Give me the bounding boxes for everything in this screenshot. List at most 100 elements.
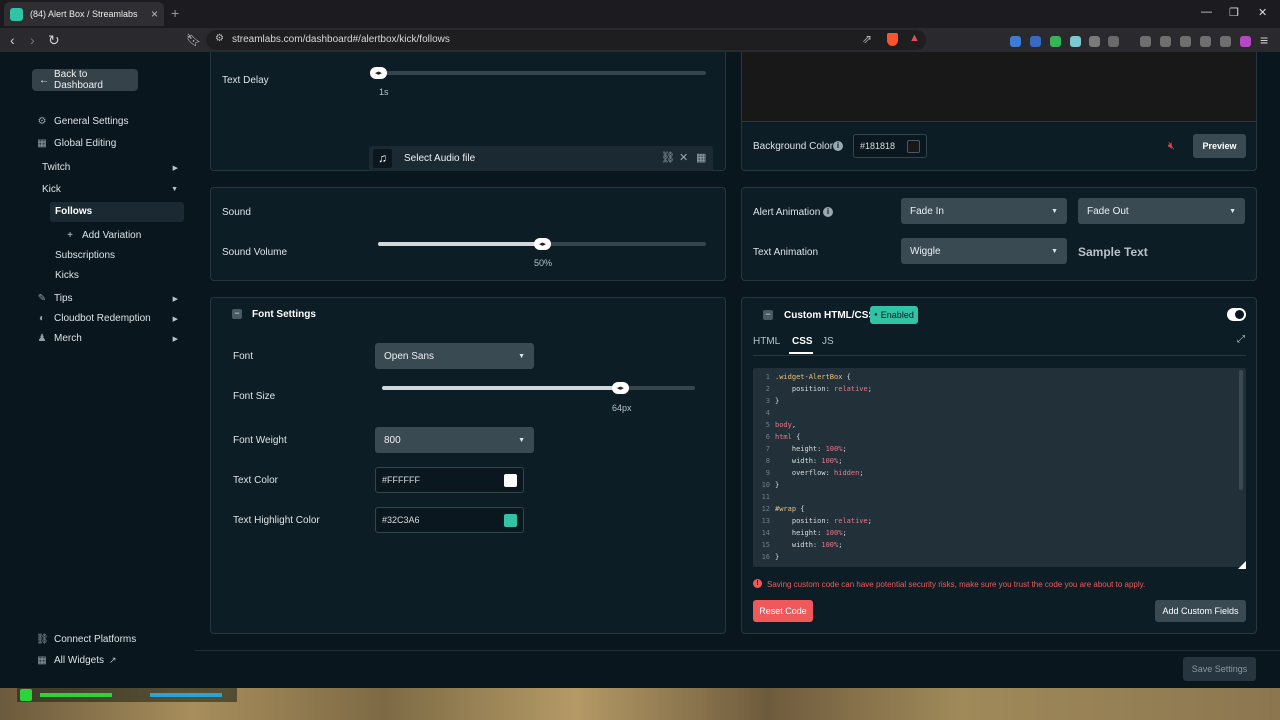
slider-thumb[interactable]: ◂▸ [370,67,387,79]
background-color-swatch[interactable] [907,139,920,153]
info-icon[interactable]: i [833,141,843,151]
font-select[interactable]: Open Sans ▼ [375,343,534,369]
text-color-swatch[interactable] [504,473,517,487]
reset-code-button[interactable]: Reset Code [753,600,813,622]
brave-rewards-icon[interactable]: ▲ [909,32,920,44]
code-token: relative [834,517,868,525]
sidebar-item-global-editing[interactable]: ▦ Global Editing [36,138,116,149]
extension-icon-4[interactable] [1070,36,1081,47]
menu-icon[interactable]: ≡ [1260,31,1268,49]
save-settings-button[interactable]: Save Settings [1183,657,1256,681]
info-icon[interactable]: i [823,207,833,217]
close-window-icon[interactable]: ✕ [1258,6,1267,19]
extension-icon-3[interactable] [1050,36,1061,47]
browser-tab[interactable]: (84) Alert Box / Streamlabs × [4,2,164,26]
wallet-icon[interactable] [1180,36,1191,47]
sidebar-item-subscriptions[interactable]: Subscriptions [55,250,115,261]
health-bar [40,693,112,697]
mute-icon[interactable]: 🔇︎ [1168,140,1175,153]
text-animation-select[interactable]: Wiggle ▼ [901,238,1067,264]
custom-code-toggle[interactable] [1227,308,1246,321]
text-delay-label: Text Delay [222,75,269,86]
text-color-input[interactable]: #FFFFFF [375,467,524,493]
code-token: width: [775,541,822,549]
sidebar-item-connect-platforms[interactable]: ⛓ Connect Platforms [36,634,136,645]
text-highlight-input[interactable]: #32C3A6 [375,507,524,533]
maximize-icon[interactable]: ❐ [1229,6,1239,19]
browser-nav-bar: ‹ › ↻ 🔖︎ ⚙︎ streamlabs.com/dashboard#/al… [0,28,1280,52]
background-color-input[interactable]: #181818 [853,134,927,158]
sidebar-item-cloudbot[interactable]: ◐ Cloudbot Redemption ▶ [36,313,184,324]
sidebar-item-kick[interactable]: Kick ▼ [42,184,184,195]
new-tab-icon[interactable]: + [171,5,179,21]
code-token: height: [775,529,826,537]
back-to-dashboard-button[interactable]: ← Back to Dashboard [32,69,138,91]
slider-fill [382,386,620,390]
tab-css[interactable]: CSS [792,336,813,347]
extensions-puzzle-icon[interactable] [1089,36,1100,47]
sidebar-item-follows[interactable]: Follows [55,206,92,217]
collapse-icon[interactable]: − [232,309,242,319]
library-grid-icon[interactable]: ▦ [696,151,706,164]
collapse-icon[interactable]: − [763,310,773,320]
font-weight-select[interactable]: 800 ▼ [375,427,534,453]
code-line: 15 width: 100%; [753,539,1233,551]
alert-out-value: Fade Out [1087,205,1129,217]
alert-in-select[interactable]: Fade In ▼ [901,198,1067,224]
link-icon[interactable]: ⛓ [661,151,675,164]
close-tab-icon[interactable]: × [151,7,158,21]
editor-scrollbar[interactable] [1239,370,1243,490]
code-editor[interactable]: 1 .widget-AlertBox {2 position: relative;… [753,368,1246,567]
extension-icon-2[interactable] [1030,36,1041,47]
sidebar-item-general-settings[interactable]: ⚙ General Settings [36,116,129,127]
sidebar-item-kicks[interactable]: Kicks [55,270,79,281]
text-delay-slider[interactable]: ◂▸ [370,67,706,79]
brave-shield-icon[interactable] [887,33,898,46]
sidebar-item-merch[interactable]: ♟ Merch ▶ [36,333,184,344]
site-info-icon[interactable]: ⚙︎ [215,33,224,44]
font-size-slider[interactable]: ◂▸ [382,382,695,394]
share-icon[interactable]: ⇗ [862,32,872,46]
audio-file-select[interactable]: ♫ Select Audio file ⛓ ✕ ▦ [369,146,713,171]
code-token: ; [842,445,847,453]
slider-thumb[interactable]: ◂▸ [611,382,629,394]
vpn-icon[interactable] [1220,36,1231,47]
browser-tab-bar: (84) Alert Box / Streamlabs × + — ❐ ✕ [0,0,1280,28]
code-line: 16} [753,551,1233,563]
add-custom-fields-button[interactable]: Add Custom Fields [1155,600,1246,622]
line-number: 8 [765,457,770,465]
expand-icon[interactable]: ⤢ [1237,334,1245,345]
background-video-strip [0,688,1280,720]
tab-js[interactable]: JS [822,336,834,347]
add-variation-button[interactable]: + Add Variation [64,230,141,241]
tab-html[interactable]: HTML [753,336,780,347]
sidebar-item-twitch[interactable]: Twitch ▶ [42,162,184,173]
line-number: 14 [761,529,770,537]
minimize-icon[interactable]: — [1201,6,1212,18]
forward-arrow-icon[interactable]: › [30,31,35,49]
back-arrow-icon[interactable]: ‹ [10,31,15,49]
address-bar[interactable]: ⚙︎ streamlabs.com/dashboard#/alertbox/ki… [206,30,926,50]
extension-icon-1[interactable] [1010,36,1021,47]
preview-button[interactable]: Preview [1193,134,1246,158]
sidebar-toggle-icon[interactable] [1160,36,1171,47]
line-number: 6 [765,433,770,441]
code-token: } [775,481,780,489]
alert-animation-label: Alert Animation [753,207,821,218]
slider-thumb[interactable]: ◂▸ [534,238,551,250]
bookmark-icon[interactable]: 🔖︎ [186,31,201,49]
reload-icon[interactable]: ↻ [48,31,60,49]
line-number: 7 [765,445,770,453]
sidebar-item-label: Kick [42,184,61,195]
media-icon[interactable] [1140,36,1151,47]
sidebar-item-all-widgets[interactable]: ▦ All Widgets ↗ [36,655,116,666]
alert-out-select[interactable]: Fade Out ▼ [1078,198,1245,224]
sound-volume-slider[interactable]: ◂▸ [378,238,706,250]
sidebar-item-tips[interactable]: ✎ Tips ▶ [36,293,184,304]
alert-in-value: Fade In [910,205,944,217]
highlight-color-swatch[interactable] [504,513,517,527]
screenshot-icon[interactable] [1108,36,1119,47]
profile-icon[interactable] [1240,36,1251,47]
clear-icon[interactable]: ✕ [679,151,688,164]
leo-ai-icon[interactable] [1200,36,1211,47]
